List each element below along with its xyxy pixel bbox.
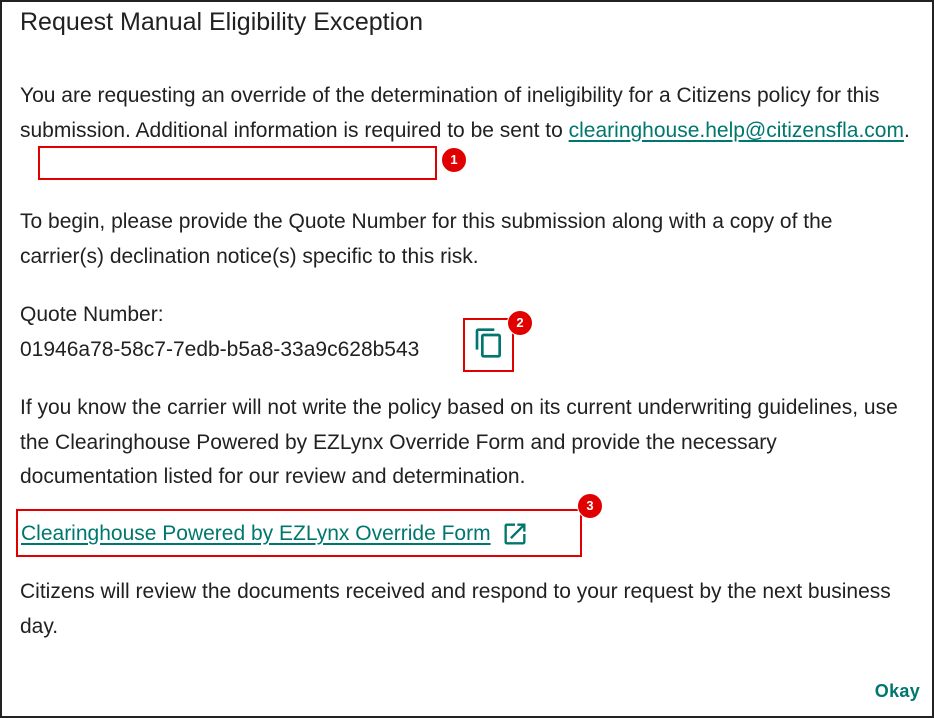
- okay-button[interactable]: Okay: [875, 681, 920, 702]
- email-link[interactable]: clearinghouse.help@citizensfla.com: [569, 119, 904, 142]
- intro-paragraph: You are requesting an override of the de…: [20, 79, 914, 148]
- carrier-paragraph: If you know the carrier will not write t…: [20, 396, 898, 488]
- dialog-title: Request Manual Eligibility Exception: [20, 8, 423, 36]
- override-link-highlight-box: [16, 509, 582, 557]
- annotation-badge-1: 1: [441, 147, 467, 173]
- review-paragraph: Citizens will review the documents recei…: [20, 580, 891, 638]
- copy-quote-button[interactable]: [463, 318, 514, 372]
- email-highlight-box: [38, 146, 437, 180]
- copy-icon[interactable]: [473, 326, 505, 365]
- intro-end: .: [903, 118, 910, 142]
- annotation-badge-3: 3: [577, 493, 603, 519]
- begin-paragraph: To begin, please provide the Quote Numbe…: [20, 210, 833, 268]
- annotation-badge-2: 2: [507, 310, 533, 336]
